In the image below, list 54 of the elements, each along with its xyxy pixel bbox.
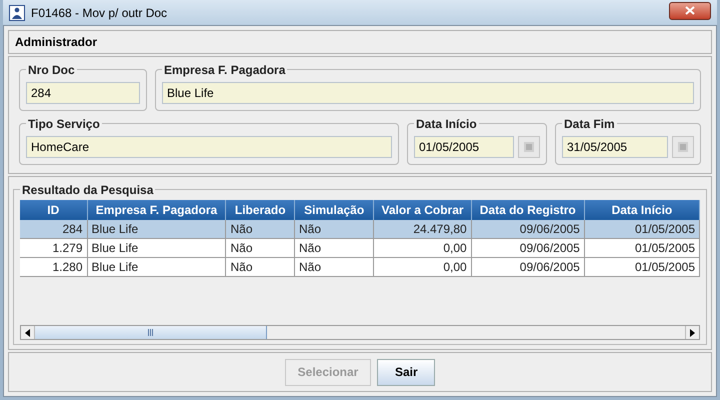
table-cell: Não [295, 258, 374, 276]
column-header[interactable]: Empresa F. Pagadora [88, 200, 226, 220]
column-header[interactable]: Data Início [584, 200, 700, 220]
scroll-right-icon[interactable] [690, 328, 695, 336]
table-cell: 09/06/2005 [472, 239, 585, 257]
table-cell: 0,00 [374, 239, 472, 257]
dialog-button[interactable]: Sair [377, 358, 436, 386]
group-label: Tipo Serviço [26, 116, 102, 132]
scrollbar-thumb[interactable] [35, 326, 267, 339]
date-field[interactable]: 31/05/2005 [562, 136, 668, 158]
table-cell: 284 [20, 220, 88, 238]
calendar-button[interactable] [672, 136, 694, 158]
table-row[interactable]: 1.279 Blue Life Não Não 0,00 09/06/2005 01/05/2005 [20, 239, 700, 258]
scroll-left-icon[interactable] [25, 328, 30, 336]
table-cell: 01/05/2005 [584, 258, 700, 276]
table-cell: Não [295, 220, 374, 238]
text-field[interactable]: HomeCare [26, 136, 392, 158]
table-cell: 09/06/2005 [472, 258, 585, 276]
table-cell: 0,00 [374, 258, 472, 276]
table-cell: Blue Life [88, 220, 226, 238]
grip-icon [148, 329, 153, 336]
table-cell: Blue Life [88, 258, 226, 276]
horizontal-scrollbar[interactable] [20, 325, 700, 340]
table-cell: Não [226, 258, 295, 276]
table-cell: 1.279 [20, 239, 88, 257]
calendar-icon [523, 141, 535, 153]
table-cell: Não [226, 220, 295, 238]
table-cell: 09/06/2005 [472, 220, 585, 238]
table-cell: Blue Life [88, 239, 226, 257]
header-title: Administrador [15, 34, 98, 51]
table-cell: Não [295, 239, 374, 257]
column-header[interactable]: ID [20, 200, 88, 220]
table-cell: 01/05/2005 [584, 239, 700, 257]
table-cell: 01/05/2005 [584, 220, 700, 238]
text-field[interactable]: Blue Life [162, 82, 694, 104]
column-header[interactable]: Liberado [226, 200, 295, 220]
table-cell: Não [226, 239, 295, 257]
group-label: Empresa F. Pagadora [162, 62, 288, 78]
column-header[interactable]: Simulação [294, 200, 374, 220]
calendar-button[interactable] [518, 136, 540, 158]
table-cell: 24.479,80 [374, 220, 472, 238]
date-field[interactable]: 01/05/2005 [414, 136, 514, 158]
table-cell: 1.280 [20, 258, 88, 276]
close-button[interactable] [669, 2, 711, 20]
calendar-icon [677, 141, 689, 153]
text-field[interactable]: 284 [26, 82, 140, 104]
table-row[interactable]: 1.280 Blue Life Não Não 0,00 09/06/2005 01/05/2005 [20, 258, 700, 277]
group-label: Resultado da Pesquisa [20, 182, 156, 198]
window-title: F01468 - Mov p/ outr Doc [31, 4, 168, 22]
close-icon [685, 6, 695, 15]
column-header[interactable]: Valor a Cobrar [374, 200, 472, 220]
app-icon [9, 4, 25, 20]
table-row[interactable]: 284 Blue Life Não Não 24.479,80 09/06/2005 01/05/2005 [20, 220, 700, 239]
column-header[interactable]: Data do Registro [472, 200, 585, 220]
